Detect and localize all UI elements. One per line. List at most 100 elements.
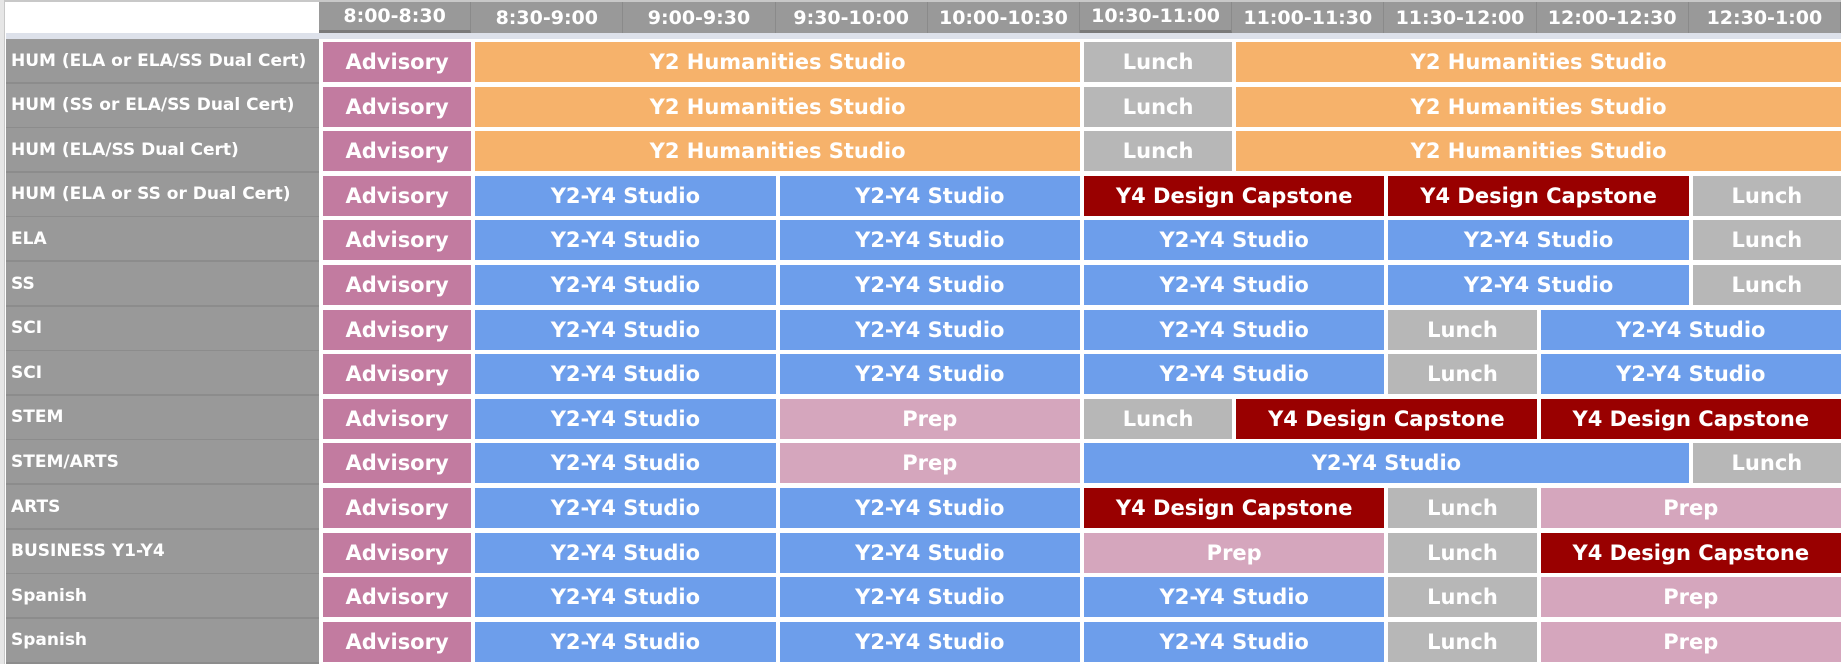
schedule-block-advisory[interactable]: Advisory xyxy=(323,354,472,395)
time-slot-header[interactable]: 12:00-12:30 xyxy=(1536,2,1689,33)
schedule-block-prep[interactable]: Prep xyxy=(779,398,1080,439)
schedule-block-y2-y4-studio[interactable]: Y2-Y4 Studio xyxy=(1084,577,1385,618)
schedule-block-y4-design-capstone[interactable]: Y4 Design Capstone xyxy=(1084,488,1385,528)
schedule-block-prep[interactable]: Prep xyxy=(779,443,1080,484)
time-slot-header[interactable]: 10:30-11:00 xyxy=(1080,2,1233,33)
schedule-block-advisory[interactable]: Advisory xyxy=(323,86,472,127)
schedule-block-y2-y4-studio[interactable]: Y2-Y4 Studio xyxy=(779,309,1080,350)
schedule-block-y4-design-capstone[interactable]: Y4 Design Capstone xyxy=(1540,532,1841,573)
row-label[interactable]: ELA xyxy=(6,217,319,263)
schedule-block-lunch[interactable]: Lunch xyxy=(1084,86,1233,127)
row-label[interactable]: HUM (ELA/SS Dual Cert) xyxy=(6,128,319,174)
schedule-block-y2-y4-studio[interactable]: Y2-Y4 Studio xyxy=(475,443,776,484)
schedule-block-y2-humanities-studio[interactable]: Y2 Humanities Studio xyxy=(475,86,1080,127)
schedule-block-y2-y4-studio[interactable]: Y2-Y4 Studio xyxy=(1084,354,1385,395)
schedule-block-lunch[interactable]: Lunch xyxy=(1692,175,1841,216)
schedule-block-lunch[interactable]: Lunch xyxy=(1388,488,1537,528)
schedule-block-y2-y4-studio[interactable]: Y2-Y4 Studio xyxy=(1084,443,1689,484)
schedule-block-advisory[interactable]: Advisory xyxy=(323,443,472,484)
schedule-block-advisory[interactable]: Advisory xyxy=(323,265,472,305)
schedule-block-advisory[interactable]: Advisory xyxy=(323,309,472,350)
time-slot-header[interactable]: 10:00-10:30 xyxy=(927,2,1080,33)
schedule-block-lunch[interactable]: Lunch xyxy=(1692,443,1841,484)
schedule-block-y2-y4-studio[interactable]: Y2-Y4 Studio xyxy=(1084,309,1385,350)
schedule-block-y2-y4-studio[interactable]: Y2-Y4 Studio xyxy=(1540,309,1841,350)
schedule-block-y2-y4-studio[interactable]: Y2-Y4 Studio xyxy=(779,577,1080,618)
schedule-block-y2-y4-studio[interactable]: Y2-Y4 Studio xyxy=(475,175,776,216)
row-label[interactable]: STEM/ARTS xyxy=(6,440,319,486)
row-label[interactable]: STEM xyxy=(6,395,319,441)
row-label[interactable]: SCI xyxy=(6,351,319,397)
schedule-block-y2-humanities-studio[interactable]: Y2 Humanities Studio xyxy=(1236,131,1841,172)
row-label[interactable]: HUM (ELA or SS or Dual Cert) xyxy=(6,172,319,218)
schedule-block-lunch[interactable]: Lunch xyxy=(1084,398,1233,439)
schedule-block-lunch[interactable]: Lunch xyxy=(1388,532,1537,573)
schedule-block-y2-y4-studio[interactable]: Y2-Y4 Studio xyxy=(1388,220,1689,261)
schedule-block-y2-y4-studio[interactable]: Y2-Y4 Studio xyxy=(475,398,776,439)
schedule-block-advisory[interactable]: Advisory xyxy=(323,488,472,528)
row-label[interactable]: ARTS xyxy=(6,485,319,530)
schedule-block-y2-y4-studio[interactable]: Y2-Y4 Studio xyxy=(475,532,776,573)
schedule-block-lunch[interactable]: Lunch xyxy=(1084,131,1233,172)
schedule-block-y2-y4-studio[interactable]: Y2-Y4 Studio xyxy=(475,309,776,350)
schedule-block-lunch[interactable]: Lunch xyxy=(1388,577,1537,618)
time-slot-header[interactable]: 9:30-10:00 xyxy=(775,2,928,33)
row-label[interactable]: BUSINESS Y1-Y4 xyxy=(6,529,319,575)
schedule-block-prep[interactable]: Prep xyxy=(1540,577,1841,618)
schedule-block-y2-y4-studio[interactable]: Y2-Y4 Studio xyxy=(475,354,776,395)
time-slot-header[interactable]: 8:30-9:00 xyxy=(471,2,624,33)
schedule-block-y2-y4-studio[interactable]: Y2-Y4 Studio xyxy=(1084,621,1385,662)
schedule-block-lunch[interactable]: Lunch xyxy=(1692,220,1841,261)
schedule-block-advisory[interactable]: Advisory xyxy=(323,577,472,618)
schedule-block-y2-y4-studio[interactable]: Y2-Y4 Studio xyxy=(1388,265,1689,305)
schedule-block-y4-design-capstone[interactable]: Y4 Design Capstone xyxy=(1084,175,1385,216)
schedule-block-y2-y4-studio[interactable]: Y2-Y4 Studio xyxy=(779,175,1080,216)
schedule-block-prep[interactable]: Prep xyxy=(1540,488,1841,528)
schedule-block-y2-y4-studio[interactable]: Y2-Y4 Studio xyxy=(779,354,1080,395)
schedule-block-advisory[interactable]: Advisory xyxy=(323,398,472,439)
schedule-block-y4-design-capstone[interactable]: Y4 Design Capstone xyxy=(1388,175,1689,216)
schedule-block-y2-y4-studio[interactable]: Y2-Y4 Studio xyxy=(779,265,1080,305)
schedule-block-lunch[interactable]: Lunch xyxy=(1388,354,1537,395)
schedule-block-y2-humanities-studio[interactable]: Y2 Humanities Studio xyxy=(475,42,1080,82)
row-label[interactable]: SS xyxy=(6,262,319,307)
row-label[interactable]: Spanish xyxy=(6,618,319,664)
schedule-block-y2-y4-studio[interactable]: Y2-Y4 Studio xyxy=(779,220,1080,261)
schedule-block-advisory[interactable]: Advisory xyxy=(323,175,472,216)
schedule-block-y2-y4-studio[interactable]: Y2-Y4 Studio xyxy=(779,488,1080,528)
schedule-block-y2-humanities-studio[interactable]: Y2 Humanities Studio xyxy=(1236,86,1841,127)
schedule-block-advisory[interactable]: Advisory xyxy=(323,621,472,662)
schedule-block-y2-y4-studio[interactable]: Y2-Y4 Studio xyxy=(475,265,776,305)
schedule-block-advisory[interactable]: Advisory xyxy=(323,131,472,172)
schedule-block-lunch[interactable]: Lunch xyxy=(1388,309,1537,350)
row-label[interactable]: SCI xyxy=(6,306,319,352)
schedule-block-y2-y4-studio[interactable]: Y2-Y4 Studio xyxy=(475,488,776,528)
schedule-block-lunch[interactable]: Lunch xyxy=(1692,265,1841,305)
schedule-block-y2-y4-studio[interactable]: Y2-Y4 Studio xyxy=(1540,354,1841,395)
time-slot-header[interactable]: 11:30-12:00 xyxy=(1384,2,1537,33)
schedule-block-y2-y4-studio[interactable]: Y2-Y4 Studio xyxy=(475,621,776,662)
schedule-block-y2-y4-studio[interactable]: Y2-Y4 Studio xyxy=(475,220,776,261)
schedule-block-y2-y4-studio[interactable]: Y2-Y4 Studio xyxy=(1084,265,1385,305)
schedule-block-y2-y4-studio[interactable]: Y2-Y4 Studio xyxy=(475,577,776,618)
row-label[interactable]: Spanish xyxy=(6,574,319,620)
row-label[interactable]: HUM (SS or ELA/SS Dual Cert) xyxy=(6,83,319,129)
schedule-block-y2-humanities-studio[interactable]: Y2 Humanities Studio xyxy=(1236,42,1841,82)
time-slot-header[interactable]: 8:00-8:30 xyxy=(319,2,472,33)
schedule-block-y4-design-capstone[interactable]: Y4 Design Capstone xyxy=(1540,398,1841,439)
schedule-block-prep[interactable]: Prep xyxy=(1540,621,1841,662)
schedule-block-y2-y4-studio[interactable]: Y2-Y4 Studio xyxy=(1084,220,1385,261)
schedule-block-y4-design-capstone[interactable]: Y4 Design Capstone xyxy=(1236,398,1537,439)
schedule-block-advisory[interactable]: Advisory xyxy=(323,42,472,82)
schedule-block-y2-humanities-studio[interactable]: Y2 Humanities Studio xyxy=(475,131,1080,172)
schedule-block-advisory[interactable]: Advisory xyxy=(323,532,472,573)
time-slot-header[interactable]: 11:00-11:30 xyxy=(1232,2,1385,33)
time-slot-header[interactable]: 12:30-1:00 xyxy=(1688,2,1841,33)
schedule-block-y2-y4-studio[interactable]: Y2-Y4 Studio xyxy=(779,621,1080,662)
schedule-block-prep[interactable]: Prep xyxy=(1084,532,1385,573)
schedule-block-lunch[interactable]: Lunch xyxy=(1388,621,1537,662)
row-label[interactable]: HUM (ELA or ELA/SS Dual Cert) xyxy=(6,39,319,84)
schedule-block-lunch[interactable]: Lunch xyxy=(1084,42,1233,82)
corner-cell[interactable] xyxy=(6,2,319,33)
time-slot-header[interactable]: 9:00-9:30 xyxy=(623,2,776,33)
